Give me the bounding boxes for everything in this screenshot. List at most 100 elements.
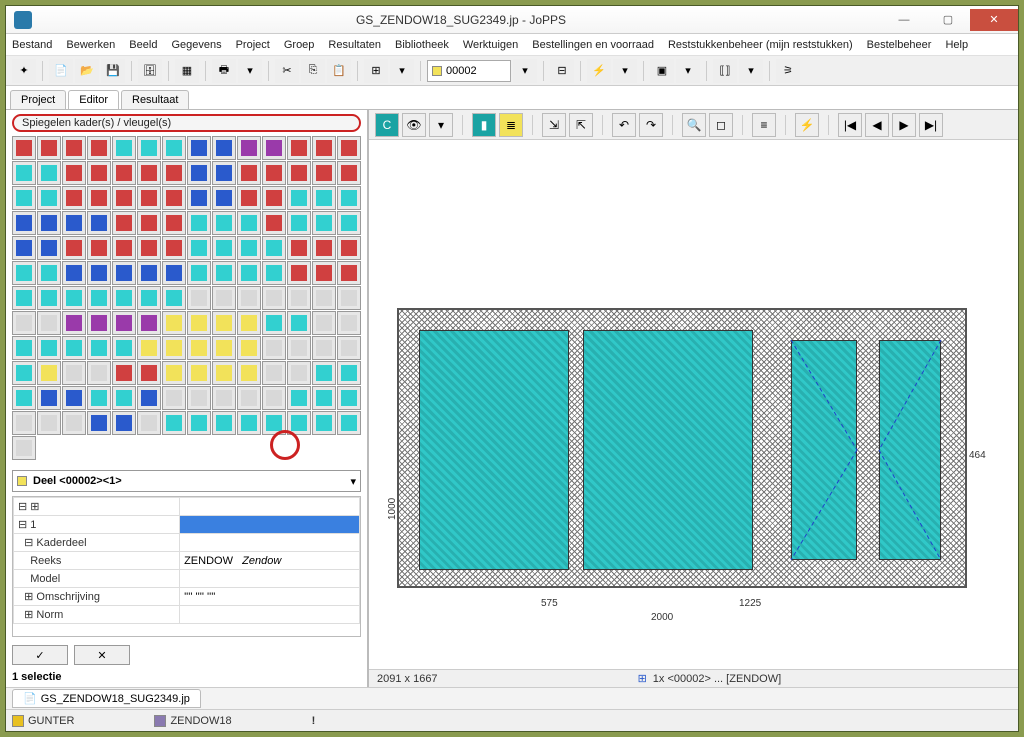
palette-tool[interactable] bbox=[37, 361, 61, 385]
palette-tool[interactable] bbox=[12, 411, 36, 435]
palette-tool[interactable] bbox=[112, 211, 136, 235]
palette-tool[interactable] bbox=[162, 136, 186, 160]
new-icon[interactable]: ✦ bbox=[12, 59, 36, 83]
view1-icon[interactable]: ▮ bbox=[472, 113, 496, 137]
palette-tool[interactable] bbox=[37, 411, 61, 435]
palette-tool[interactable] bbox=[312, 236, 336, 260]
palette-tool[interactable] bbox=[237, 411, 261, 435]
archive-icon[interactable]: 🗄 bbox=[138, 59, 162, 83]
palette-tool[interactable] bbox=[337, 161, 361, 185]
palette-tool[interactable] bbox=[112, 236, 136, 260]
palette-tool[interactable] bbox=[12, 236, 36, 260]
palette-tool[interactable] bbox=[337, 136, 361, 160]
palette-tool[interactable] bbox=[237, 261, 261, 285]
palette-tool[interactable] bbox=[37, 311, 61, 335]
palette-tool[interactable] bbox=[87, 411, 111, 435]
palette-tool[interactable] bbox=[237, 186, 261, 210]
palette-tool[interactable] bbox=[162, 286, 186, 310]
dd3-icon[interactable]: ▾ bbox=[613, 59, 637, 83]
palette-tool[interactable] bbox=[337, 186, 361, 210]
palette-tool[interactable] bbox=[62, 161, 86, 185]
zoom-box-icon[interactable]: ◻ bbox=[709, 113, 733, 137]
palette-tool[interactable] bbox=[312, 136, 336, 160]
palette-tool[interactable] bbox=[237, 361, 261, 385]
menu-help[interactable]: Help bbox=[945, 39, 968, 51]
palette-tool[interactable] bbox=[37, 286, 61, 310]
palette-tool[interactable] bbox=[112, 411, 136, 435]
mode-c-icon[interactable]: C bbox=[375, 113, 399, 137]
palette-tool[interactable] bbox=[37, 186, 61, 210]
palette-tool[interactable] bbox=[137, 411, 161, 435]
mode-oo-icon[interactable]: 👁 bbox=[402, 113, 426, 137]
palette-tool[interactable] bbox=[262, 136, 286, 160]
tab-editor[interactable]: Editor bbox=[68, 90, 119, 109]
palette-tool[interactable] bbox=[137, 286, 161, 310]
palette-tool[interactable] bbox=[212, 411, 236, 435]
palette-tool[interactable] bbox=[112, 336, 136, 360]
palette-tool[interactable] bbox=[137, 311, 161, 335]
palette-tool[interactable] bbox=[137, 261, 161, 285]
palette-tool[interactable] bbox=[62, 336, 86, 360]
palette-tool[interactable] bbox=[337, 211, 361, 235]
palette-tool[interactable] bbox=[37, 136, 61, 160]
palette-tool[interactable] bbox=[12, 361, 36, 385]
palette-tool[interactable] bbox=[112, 186, 136, 210]
palette-tool[interactable] bbox=[262, 286, 286, 310]
palette-tool[interactable] bbox=[62, 211, 86, 235]
palette-tool[interactable] bbox=[187, 186, 211, 210]
palette-tool[interactable] bbox=[287, 311, 311, 335]
palette-tool[interactable] bbox=[162, 186, 186, 210]
layers-icon[interactable]: ≣ bbox=[499, 113, 523, 137]
maximize-button[interactable]: ▢ bbox=[926, 9, 970, 31]
palette-tool[interactable] bbox=[212, 261, 236, 285]
palette-tool[interactable] bbox=[262, 311, 286, 335]
palette-tool[interactable] bbox=[312, 211, 336, 235]
palette-tool[interactable] bbox=[212, 286, 236, 310]
palette-tool[interactable] bbox=[262, 336, 286, 360]
palette-tool[interactable] bbox=[237, 386, 261, 410]
palette-tool[interactable] bbox=[312, 186, 336, 210]
palette-tool[interactable] bbox=[212, 336, 236, 360]
palette-tool[interactable] bbox=[62, 411, 86, 435]
palette-tool[interactable] bbox=[312, 261, 336, 285]
palette-tool[interactable] bbox=[162, 361, 186, 385]
document-tab[interactable]: 📄 GS_ZENDOW18_SUG2349.jp bbox=[12, 689, 201, 708]
palette-tool[interactable] bbox=[62, 186, 86, 210]
menu-groep[interactable]: Groep bbox=[284, 39, 315, 51]
palette-tool[interactable] bbox=[187, 411, 211, 435]
palette-tool[interactable] bbox=[187, 136, 211, 160]
palette-tool[interactable] bbox=[12, 386, 36, 410]
palette-tool[interactable] bbox=[87, 286, 111, 310]
palette-tool[interactable] bbox=[12, 311, 36, 335]
palette-tool[interactable] bbox=[237, 236, 261, 260]
palette-tool[interactable] bbox=[12, 436, 36, 460]
palette-tool[interactable] bbox=[262, 361, 286, 385]
menu-werktuigen[interactable]: Werktuigen bbox=[463, 39, 518, 51]
palette-tool[interactable] bbox=[337, 386, 361, 410]
sheet-icon[interactable]: ⊟ bbox=[550, 59, 574, 83]
palette-tool[interactable] bbox=[287, 261, 311, 285]
part-combo[interactable]: 00002 bbox=[427, 60, 511, 82]
palette-tool[interactable] bbox=[187, 286, 211, 310]
close-button[interactable]: ✕ bbox=[970, 9, 1018, 31]
palette-tool[interactable] bbox=[237, 136, 261, 160]
menu-bestellingen[interactable]: Bestellingen en voorraad bbox=[532, 39, 654, 51]
palette-tool[interactable] bbox=[162, 311, 186, 335]
menu-beeld[interactable]: Beeld bbox=[129, 39, 157, 51]
palette-tool[interactable] bbox=[87, 236, 111, 260]
palette-tool[interactable] bbox=[137, 211, 161, 235]
palette-tool[interactable] bbox=[212, 311, 236, 335]
palette-tool[interactable] bbox=[312, 161, 336, 185]
palette-tool[interactable] bbox=[212, 186, 236, 210]
nav-last-icon[interactable]: ▶| bbox=[919, 113, 943, 137]
tab-project[interactable]: Project bbox=[10, 90, 66, 109]
palette-tool[interactable] bbox=[187, 311, 211, 335]
palette-tool[interactable] bbox=[287, 336, 311, 360]
palette-tool[interactable] bbox=[287, 286, 311, 310]
palette-tool[interactable] bbox=[287, 136, 311, 160]
palette-tool[interactable] bbox=[162, 411, 186, 435]
zoom-fit-icon[interactable]: 🔍 bbox=[682, 113, 706, 137]
palette-tool[interactable] bbox=[287, 411, 311, 435]
palette-tool[interactable] bbox=[187, 336, 211, 360]
menu-gegevens[interactable]: Gegevens bbox=[171, 39, 221, 51]
